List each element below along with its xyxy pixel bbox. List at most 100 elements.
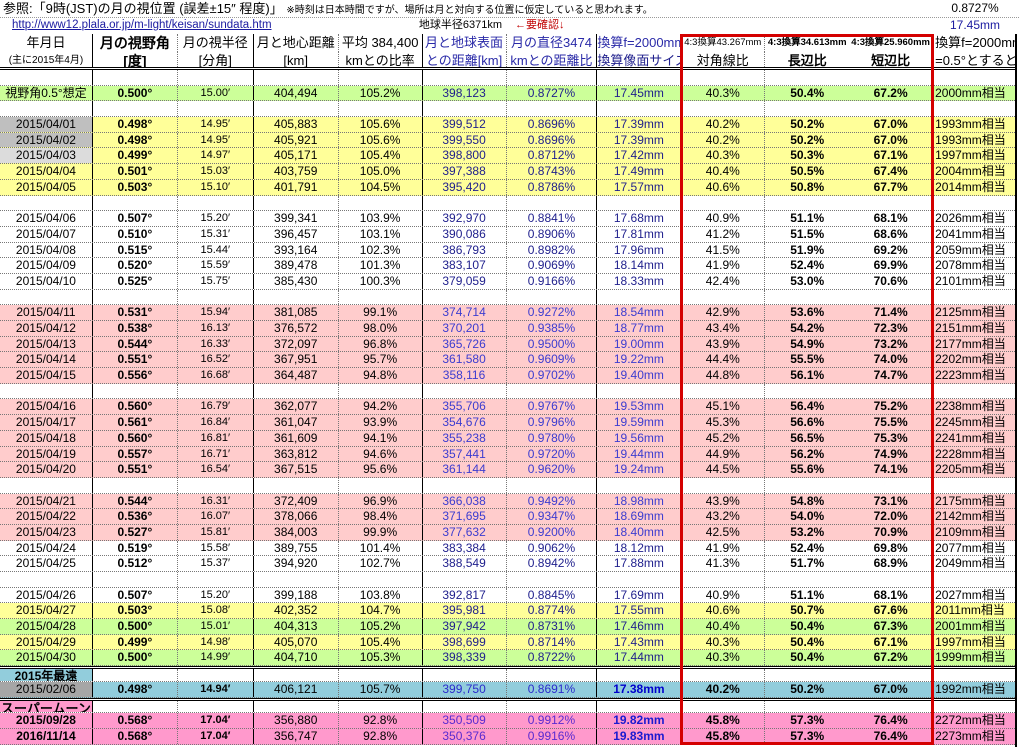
cell-diagonal-ratio: 43.9%: [681, 336, 766, 352]
cell-distance-ratio: 103.8%: [339, 587, 423, 603]
cell-equivalent-focal: 2125mm相当: [933, 305, 1018, 320]
table-row: 2015/04/09 0.520° 15.59′ 389,478 101.3% 383,1…: [0, 258, 1018, 274]
cell-geocentric-distance: 381,085: [254, 305, 339, 320]
supermoon-section-label-row: スーパームーン: [0, 697, 1018, 714]
cell-diagonal-ratio: 42.9%: [681, 305, 766, 320]
empty-cell: [765, 478, 849, 493]
cell-geocentric-distance: 403,759: [254, 164, 339, 179]
cell-diagonal-ratio: 40.3%: [681, 634, 766, 650]
section-label: 2015年最遠: [0, 669, 93, 681]
source-link[interactable]: http://www12.plala.or.jp/m-light/keisan/…: [12, 17, 272, 34]
cell-geocentric-distance: 402,352: [254, 603, 339, 619]
cell-date: 2015/04/06: [0, 211, 93, 226]
cell-view-angle: 0.544°: [93, 336, 178, 352]
cell-diagonal-ratio: 41.9%: [681, 540, 766, 556]
cell-equivalent-focal: 2059mm相当: [933, 242, 1018, 258]
cell-geocentric-distance: 406,121: [254, 681, 339, 697]
reference-ratio: 0.8727%: [951, 1, 999, 15]
cell-long-side-ratio: 56.4%: [790, 399, 825, 414]
cell-apparent-radius: 16.13′: [178, 321, 254, 336]
empty-cell: [933, 70, 1018, 85]
cell-short-side-ratio: 75.3%: [849, 430, 934, 446]
cell-image-size: 17.39mm: [597, 132, 682, 148]
empty-cell: [0, 477, 93, 493]
empty-cell: [765, 101, 849, 116]
cell-distance-ratio: 101.3%: [339, 258, 423, 273]
cell-short-side-ratio: 70.6%: [849, 273, 934, 289]
cell-long-side-ratio: 50.2%: [790, 132, 825, 147]
empty-cell: [339, 572, 423, 587]
cell-equivalent-focal: 2000mm相当: [933, 85, 1018, 101]
cell-apparent-radius: 16.52′: [178, 352, 254, 368]
cell-surface-distance: 398,339: [423, 650, 507, 666]
blank-row: [0, 195, 1018, 212]
cell-surface-distance: 392,970: [423, 211, 507, 226]
cell-geocentric-distance: 405,883: [254, 117, 339, 132]
empty-cell: [254, 70, 339, 85]
cell-view-angle: 0.510°: [93, 226, 178, 242]
cell-diagonal-ratio: 40.2%: [681, 681, 766, 697]
cell-apparent-radius: 15.58′: [178, 540, 254, 556]
cell-diagonal-ratio: 41.5%: [681, 242, 766, 258]
empty-cell: [178, 383, 254, 399]
cell-diagonal-ratio: 41.2%: [681, 226, 766, 242]
cell-date: 2015/04/19: [0, 446, 93, 462]
cell-equivalent-focal: 2004mm相当: [933, 164, 1018, 179]
empty-cell: [597, 572, 682, 587]
cell-long-side-ratio: 57.3%: [790, 728, 825, 743]
cell-long-side-ratio: 50.4%: [790, 619, 825, 634]
table-row: 2015/04/27 0.503° 15.08′ 402,352 104.7% 395,9…: [0, 603, 1018, 620]
cell-surface-distance: 377,632: [423, 524, 507, 540]
cell-diameter-ratio: 0.9166%: [507, 273, 598, 289]
cell-image-size: 19.44mm: [597, 446, 682, 462]
cell-geocentric-distance: 361,047: [254, 415, 339, 430]
cell-equivalent-focal: 2175mm相当: [933, 493, 1018, 509]
cell-short-side-ratio: 71.4%: [849, 305, 934, 320]
cell-equivalent-focal: 2049mm相当: [933, 556, 1018, 571]
cell-view-angle: 0.527°: [93, 524, 178, 540]
empty-cell: [765, 70, 849, 85]
cell-geocentric-distance: 372,409: [254, 493, 339, 509]
empty-cell: [849, 700, 934, 713]
cell-diagonal-ratio: 41.9%: [681, 258, 766, 273]
cell-geocentric-distance: 393,164: [254, 242, 339, 258]
cell-date: 2015/04/09: [0, 258, 93, 273]
cell-view-angle: 0.507°: [93, 211, 178, 226]
cell-date: 2015/04/24: [0, 540, 93, 556]
cell-distance-ratio: 105.6%: [339, 132, 423, 148]
cell-apparent-radius: 16.71′: [178, 446, 254, 462]
header-apparent-radius: 月の視半径: [178, 34, 254, 52]
cell-apparent-radius: 15.81′: [178, 524, 254, 540]
cell-apparent-radius: 17.04′: [178, 728, 254, 744]
cell-geocentric-distance: 372,097: [254, 336, 339, 352]
cell-long-side-ratio: 50.4%: [790, 85, 825, 100]
cell-diameter-ratio: 0.9912%: [507, 713, 598, 728]
cell-date: 2015/04/10: [0, 273, 93, 289]
cell-diameter-ratio: 0.9200%: [507, 524, 598, 540]
cell-geocentric-distance: 399,188: [254, 587, 339, 603]
cell-short-side-ratio: 67.2%: [849, 650, 934, 666]
cell-short-side-ratio: 67.0%: [849, 132, 934, 148]
cell-short-side-ratio: 73.1%: [849, 493, 934, 509]
empty-cell: [681, 572, 766, 587]
cell-view-angle: 0.501°: [93, 164, 178, 179]
empty-cell: [597, 101, 682, 117]
empty-cell: [849, 195, 934, 211]
cell-geocentric-distance: 396,457: [254, 226, 339, 242]
header-diameter-ratio: 月の直径3474: [507, 34, 598, 52]
cell-apparent-radius: 14.95′: [178, 132, 254, 148]
cell-apparent-radius: 14.97′: [178, 148, 254, 164]
cell-geocentric-distance: 385,430: [254, 273, 339, 289]
cell-short-side-ratio: 73.2%: [849, 336, 934, 352]
header-long-side-ratio: 4:3換算34.613mm: [767, 37, 847, 48]
empty-cell: [93, 700, 178, 713]
cell-diameter-ratio: 0.8696%: [507, 117, 598, 132]
cell-diagonal-ratio: 44.9%: [681, 446, 766, 462]
cell-long-side-ratio: 53.2%: [790, 524, 825, 539]
cell-view-angle: 0.525°: [93, 273, 178, 289]
cell-surface-distance: 383,384: [423, 540, 507, 556]
empty-cell: [254, 383, 339, 399]
header-image-size: 換算f=2000mm: [597, 34, 682, 52]
cell-view-angle: 0.499°: [93, 634, 178, 650]
cell-diagonal-ratio: 44.8%: [681, 368, 766, 383]
